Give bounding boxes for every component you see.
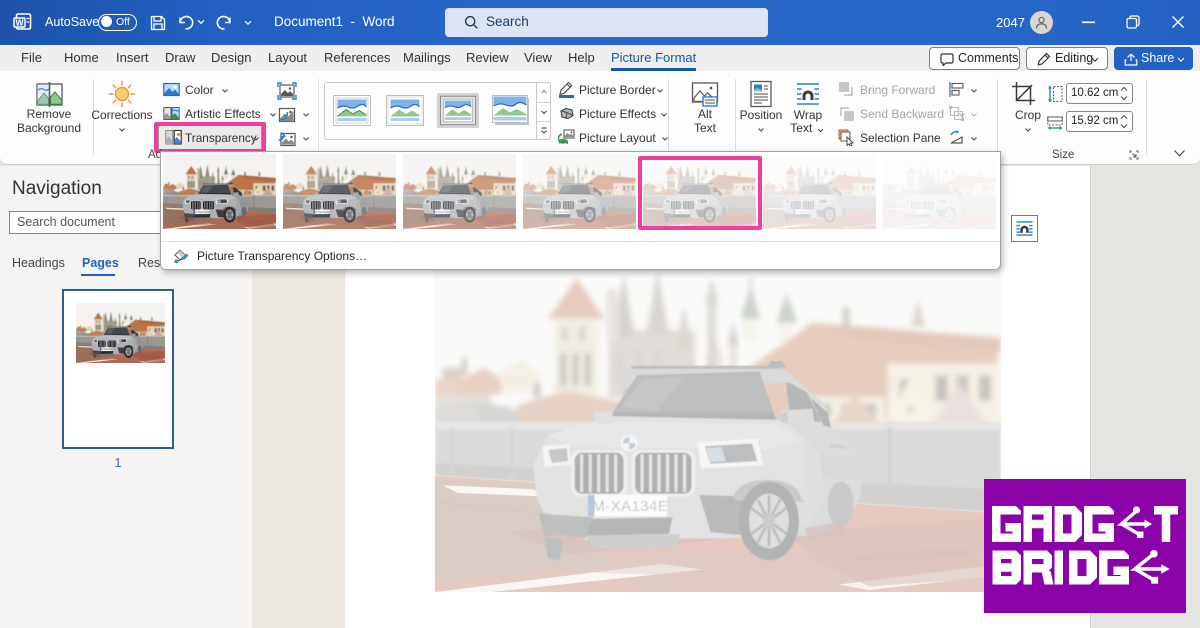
svg-text:W: W <box>15 18 24 28</box>
